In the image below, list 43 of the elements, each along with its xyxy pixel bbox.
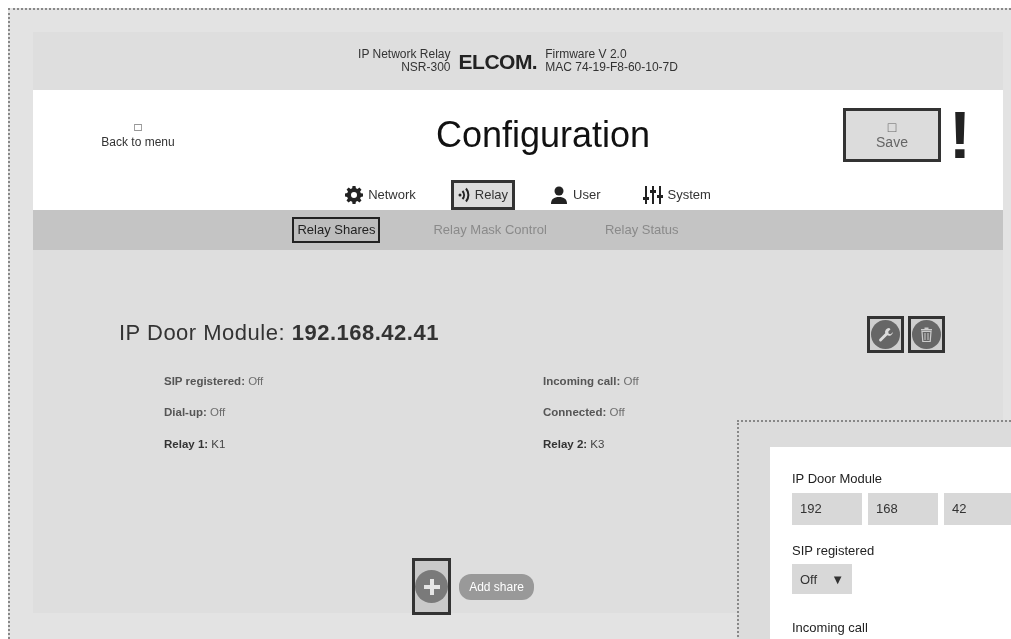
nav-tab[interactable]: System	[635, 180, 718, 210]
add-button[interactable]	[412, 558, 452, 615]
model-name: NSR-300	[400, 61, 451, 74]
sub-tab[interactable]: Relay Shares	[292, 217, 381, 243]
field-label: Incoming call:	[543, 375, 621, 387]
mac-address: MAC 74-19-F8-60-10-7D	[545, 61, 678, 74]
wrench-icon	[877, 326, 894, 343]
signal-icon	[457, 187, 470, 203]
delete-button[interactable]	[908, 316, 945, 353]
brand-logo: ELCOM.	[458, 54, 538, 68]
ip-octet-field[interactable]: 192	[792, 492, 862, 525]
edit-button[interactable]	[867, 316, 904, 353]
field-value: Off	[609, 406, 625, 419]
product-name: IP Network Relay	[358, 48, 451, 61]
firmware-version: Firmware V 2.0	[545, 48, 628, 61]
ip-octet-field[interactable]: 168	[868, 492, 938, 525]
page-title: Configuration	[435, 114, 651, 155]
field-label: IP Door Module	[792, 470, 884, 488]
back-button[interactable]: □ Back to menu	[95, 119, 181, 151]
nav-tab[interactable]: Relay	[450, 180, 516, 210]
field-value: K1	[211, 437, 226, 450]
field-label: Incoming call	[792, 619, 869, 637]
field-value: Off	[623, 375, 639, 387]
person-icon	[550, 186, 569, 204]
alert-mark: !	[949, 108, 971, 162]
field-label: Relay 1:	[164, 437, 209, 450]
field-label: SIP registered	[792, 541, 876, 560]
field-label: SIP registered:	[164, 375, 245, 387]
field-value: Off	[210, 406, 226, 419]
ip-octet-field[interactable]: 42	[944, 492, 1011, 525]
nav-tab[interactable]: User	[543, 180, 608, 210]
field-label: Relay 2:	[543, 437, 588, 450]
gear-icon	[345, 186, 364, 204]
save-button[interactable]: □ Save	[843, 108, 941, 162]
plus-icon	[422, 577, 441, 596]
nav-tab[interactable]: Network	[338, 180, 423, 210]
sliders-icon	[642, 186, 663, 204]
trash-icon	[920, 327, 933, 342]
module-title: IP Door Module: 192.168.42.41	[119, 319, 440, 347]
sip-select[interactable]: Off ▼	[792, 564, 852, 594]
field-label: Connected:	[543, 406, 607, 419]
field-label: Dial-up:	[164, 406, 207, 419]
field-value: K3	[590, 437, 605, 450]
